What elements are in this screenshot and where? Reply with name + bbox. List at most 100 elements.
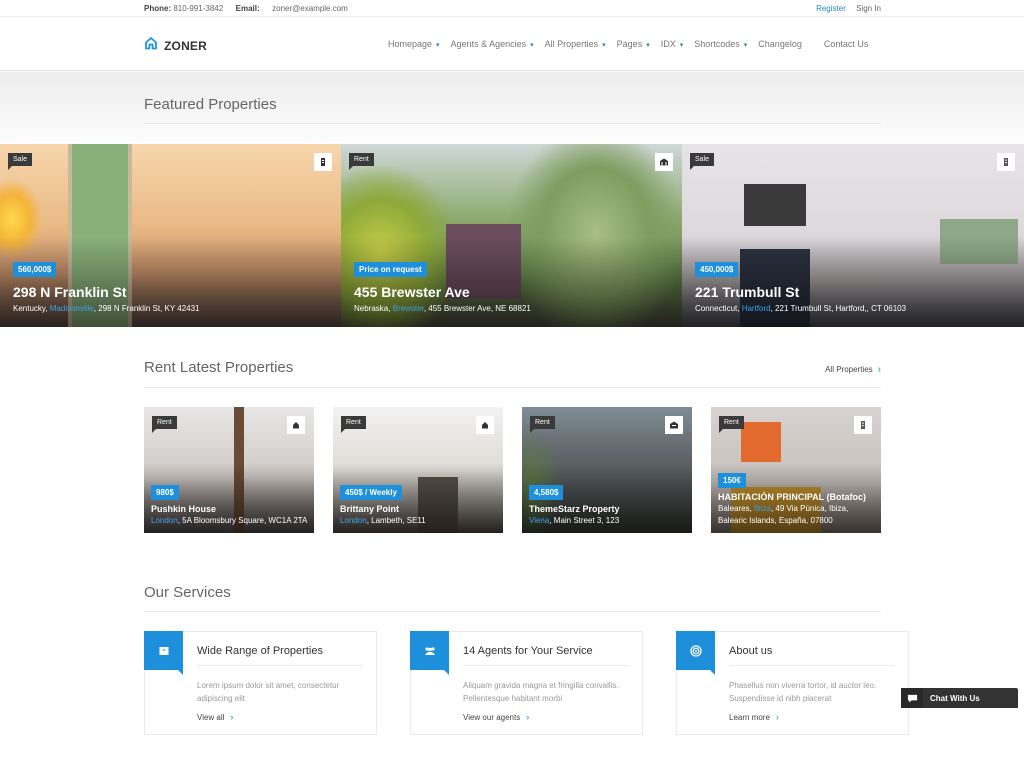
price-badge: 450$ / Weekly <box>340 485 402 500</box>
caret-down-icon: ▾ <box>530 42 534 49</box>
nav-changelog[interactable]: Changelog <box>758 39 802 49</box>
nav-idx[interactable]: IDX ▾ <box>661 39 684 49</box>
chevron-right-icon: › <box>526 712 530 722</box>
caret-down-icon: ▾ <box>602 42 606 49</box>
service-description: Phasellus non viverra tortor, id auctor … <box>729 681 877 703</box>
view-agents-link[interactable]: View our agents › <box>463 712 529 722</box>
address-state: Baleares, <box>718 504 755 513</box>
nav-label: Homepage <box>388 39 433 49</box>
email-address[interactable]: zoner@example.com <box>272 4 348 13</box>
rent-property-card[interactable]: Rent 450$ / Weekly Brittany Point London… <box>333 407 503 533</box>
link-label: All Properties <box>825 365 873 374</box>
archive-box-icon <box>144 631 183 675</box>
service-card: Wide Range of Properties Lorem ipsum dol… <box>144 631 377 735</box>
logo[interactable]: ZONER <box>144 36 207 55</box>
price-badge: Price on request <box>354 262 427 277</box>
listing-type-tag: Sale <box>690 153 715 170</box>
property-title[interactable]: 455 Brewster Ave <box>354 284 470 300</box>
apartment-icon <box>314 153 332 171</box>
view-all-link[interactable]: View all › <box>197 712 233 722</box>
city-link[interactable]: Brewster <box>393 304 424 313</box>
property-title[interactable]: 298 N Franklin St <box>13 284 127 300</box>
rent-property-card[interactable]: Rent 980$ Pushkin House London, 5A Bloom… <box>144 407 314 533</box>
property-title[interactable]: Pushkin House <box>151 504 308 515</box>
address-state: Kentucky, <box>13 304 50 313</box>
chat-widget-button[interactable]: Chat With Us <box>901 688 1018 708</box>
house-icon <box>144 36 158 55</box>
nav-contact-us[interactable]: Contact Us <box>824 39 869 49</box>
address-rest: , 5A Bloomsbury Square, WC1A 2TA <box>177 516 308 525</box>
city-link[interactable]: Ibiza <box>754 504 771 513</box>
nav-label: Contact Us <box>823 39 869 49</box>
caret-down-icon: ▾ <box>743 42 748 49</box>
chevron-right-icon: › <box>877 364 881 375</box>
nav-pages[interactable]: Pages ▾ <box>617 39 650 49</box>
property-address: Nebraska, Brewster, 455 Brewster Ave, NE… <box>354 304 531 313</box>
chat-label: Chat With Us <box>930 693 980 703</box>
address-state: Nebraska, <box>354 304 393 313</box>
services-divider <box>144 611 881 612</box>
property-address: Baleares, Ibiza, 49 Via Púnica, Ibiza, B… <box>718 503 875 527</box>
learn-more-link[interactable]: Learn more › <box>729 712 779 722</box>
service-description: Aliquam gravida magna et fringilla conva… <box>463 681 619 703</box>
contact-info: Phone: 810-991-3842 Email: zoner@example… <box>144 4 348 13</box>
featured-property-card[interactable]: Sale 560,000$ 298 N Franklin St Kentucky… <box>0 144 341 327</box>
address-rest: , 298 N Franklin St, KY 42431 <box>93 304 200 313</box>
listing-type-tag: Rent <box>719 416 744 433</box>
caret-down-icon: ▾ <box>646 42 650 49</box>
property-title[interactable]: ThemeStarz Property <box>529 504 686 515</box>
city-link[interactable]: London <box>340 516 367 525</box>
featured-property-card[interactable]: Rent Price on request 455 Brewster Ave N… <box>341 144 682 327</box>
sign-in-link[interactable]: Sign In <box>856 4 881 13</box>
nav-label: Shortcodes <box>694 39 740 49</box>
service-description: Lorem ipsum dolor sit amet, consectetur … <box>197 681 340 703</box>
city-link[interactable]: Viena <box>529 516 549 525</box>
property-address: London, 5A Bloomsbury Square, WC1A 2TA <box>151 515 308 527</box>
nav-agents-agencies[interactable]: Agents & Agencies ▾ <box>451 39 534 49</box>
featured-divider <box>144 123 881 124</box>
city-link[interactable]: Madisonville <box>50 304 94 313</box>
property-title[interactable]: HABITACIÓN PRINCIPAL (Botafoc) <box>718 492 875 503</box>
property-address: Viena, Main Street 3, 123 <box>529 515 686 527</box>
speech-bubble-icon <box>901 688 923 708</box>
price-badge: 150€ <box>718 473 746 488</box>
listing-type-tag: Sale <box>8 153 33 170</box>
property-address: London, Lambeth, SE11 <box>340 515 497 527</box>
price-badge: 980$ <box>151 485 179 500</box>
nav-label: IDX <box>660 39 676 49</box>
house-icon <box>476 416 494 434</box>
city-link[interactable]: Hartford <box>742 304 771 313</box>
caret-down-icon: ▾ <box>679 42 684 49</box>
register-link[interactable]: Register <box>816 4 846 13</box>
phone-label: Phone: <box>144 4 172 13</box>
condo-icon <box>854 416 872 434</box>
top-bar: Phone: 810-991-3842 Email: zoner@example… <box>0 0 1024 17</box>
all-properties-link[interactable]: All Properties › <box>825 364 881 375</box>
featured-property-card[interactable]: Sale 450,000$ 221 Trumbull St Connecticu… <box>682 144 1024 327</box>
address-rest: , Main Street 3, 123 <box>549 516 620 525</box>
nav-label: Agents & Agencies <box>450 39 527 49</box>
rent-properties-grid: Rent 980$ Pushkin House London, 5A Bloom… <box>144 407 881 533</box>
city-link[interactable]: London <box>151 516 178 525</box>
property-title[interactable]: 221 Trumbull St <box>695 284 799 300</box>
nav-label: Pages <box>616 39 643 49</box>
rent-section-title: Rent Latest Properties <box>144 359 294 376</box>
rent-property-card[interactable]: Rent 4,580$ ThemeStarz Property Viena, M… <box>522 407 692 533</box>
nav-shortcodes[interactable]: Shortcodes ▾ <box>694 39 747 49</box>
property-title[interactable]: Brittany Point <box>340 504 497 515</box>
email-label: Email: <box>235 4 260 13</box>
link-label: View our agents <box>463 713 521 722</box>
auth-links: Register Sign In <box>808 4 881 13</box>
service-title: 14 Agents for Your Service <box>463 645 593 657</box>
house-icon <box>287 416 305 434</box>
listing-type-tag: Rent <box>349 153 374 170</box>
nav-homepage[interactable]: Homepage ▾ <box>388 39 440 49</box>
rent-divider <box>144 387 881 388</box>
service-card: About us Phasellus non viverra tortor, i… <box>676 631 909 735</box>
address-rest: , 221 Trumbull St, Hartford,, CT 06103 <box>770 304 907 313</box>
building-icon <box>665 416 683 434</box>
rent-property-card[interactable]: Rent 150€ HABITACIÓN PRINCIPAL (Botafoc)… <box>711 407 881 533</box>
featured-properties: Sale 560,000$ 298 N Franklin St Kentucky… <box>0 144 1024 327</box>
nav-all-properties[interactable]: All Properties ▾ <box>545 39 606 49</box>
condo-icon <box>997 153 1015 171</box>
